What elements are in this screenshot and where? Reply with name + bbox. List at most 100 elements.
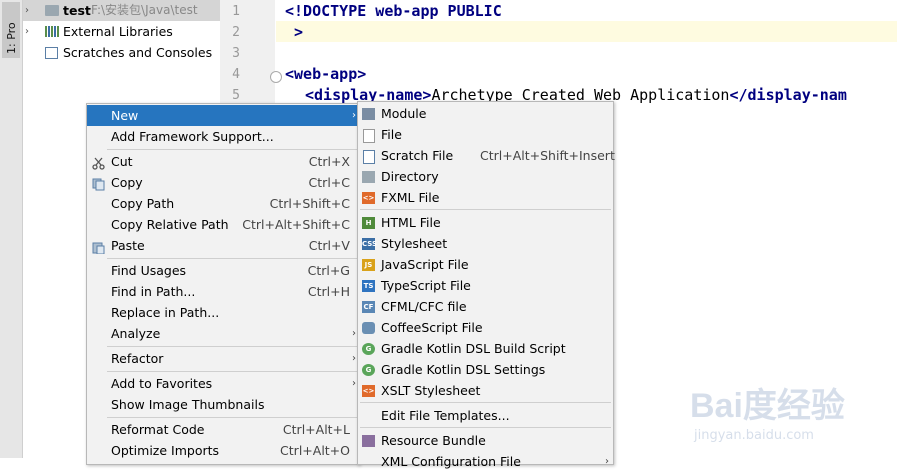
submenu-item-cfml-file[interactable]: CF CFML/CFC file — [358, 296, 613, 317]
submenu-item-fxml-file[interactable]: <> FXML File — [358, 187, 613, 208]
menu-item-copy[interactable]: Copy Ctrl+C — [87, 172, 359, 193]
line-number: 4 — [232, 67, 240, 82]
menu-item-add-framework-support[interactable]: Add Framework Support... — [87, 126, 359, 147]
menu-shortcut: Ctrl+G — [307, 263, 350, 278]
tree-item-scratches[interactable]: Scratches and Consoles — [23, 42, 220, 63]
submenu-item-gradle-settings[interactable]: G Gradle Kotlin DSL Settings — [358, 359, 613, 380]
code-line-4: <web-app> — [285, 65, 367, 83]
submenu-item-label: XSLT Stylesheet — [381, 383, 481, 398]
submenu-item-gradle-build-script[interactable]: G Gradle Kotlin DSL Build Script — [358, 338, 613, 359]
menu-item-label: Find Usages — [111, 263, 187, 278]
submenu-item-directory[interactable]: Directory — [358, 166, 613, 187]
submenu-item-module[interactable]: Module — [358, 103, 613, 124]
menu-item-cut[interactable]: Cut Ctrl+X — [87, 151, 359, 172]
code-tag-close: </display-nam — [729, 86, 847, 104]
menu-shortcut: Ctrl+Alt+L — [282, 422, 350, 437]
gradle-icon: G — [362, 343, 375, 355]
submenu-item-file[interactable]: File — [358, 124, 613, 145]
submenu-item-label: Directory — [381, 169, 439, 184]
submenu-item-label: Edit File Templates... — [381, 408, 510, 423]
project-tool-tab[interactable]: 1: Pro — [2, 2, 20, 58]
line-number: 3 — [232, 46, 240, 61]
menu-item-replace-in-path[interactable]: Replace in Path... — [87, 302, 359, 323]
submenu-item-label: XML Configuration File — [381, 454, 521, 469]
menu-item-analyze[interactable]: Analyze › — [87, 323, 359, 344]
libraries-icon — [45, 26, 59, 37]
line-number: 5 — [232, 88, 240, 103]
menu-shortcut: Ctrl+V — [308, 238, 350, 253]
submenu-arrow-icon: › — [352, 378, 356, 389]
project-path: F:\安装包\Java\test — [91, 3, 198, 17]
submenu-item-typescript-file[interactable]: TS TypeScript File — [358, 275, 613, 296]
scratches-icon — [45, 47, 58, 59]
menu-item-label: Copy Path — [111, 196, 175, 211]
submenu-item-resource-bundle[interactable]: Resource Bundle — [358, 430, 613, 451]
menu-item-find-usages[interactable]: Find Usages Ctrl+G — [87, 260, 359, 281]
menu-shortcut: Ctrl+Shift+C — [269, 196, 350, 211]
tree-item-label: Scratches and Consoles — [63, 45, 213, 60]
module-icon — [362, 108, 375, 120]
menu-item-label: Show Image Thumbnails — [111, 397, 265, 412]
menu-item-new[interactable]: New › — [87, 105, 359, 126]
new-submenu: Module File Scratch File Ctrl+Alt+Shift+… — [357, 101, 615, 469]
scissors-icon — [92, 155, 105, 170]
context-menu: New › Add Framework Support... Cut Ctrl+… — [86, 103, 360, 465]
menu-item-paste[interactable]: Paste Ctrl+V — [87, 235, 359, 256]
tree-item-project-root[interactable]: › test F:\安装包\Java\test — [23, 0, 220, 21]
submenu-item-stylesheet[interactable]: CSS Stylesheet — [358, 233, 613, 254]
fold-marker-icon[interactable] — [270, 71, 282, 83]
menu-item-copy-relative-path[interactable]: Copy Relative Path Ctrl+Alt+Shift+C — [87, 214, 359, 235]
menu-item-show-image-thumbnails[interactable]: Show Image Thumbnails — [87, 394, 359, 415]
submenu-item-javascript-file[interactable]: JS JavaScript File — [358, 254, 613, 275]
expand-arrow-icon[interactable]: › — [25, 0, 35, 21]
menu-item-label: New — [111, 108, 139, 123]
submenu-item-coffeescript-file[interactable]: CoffeeScript File — [358, 317, 613, 338]
submenu-item-xml-configuration-file[interactable]: XML Configuration File › — [358, 451, 613, 472]
project-name: test — [63, 3, 91, 18]
menu-item-label: Paste — [111, 238, 145, 253]
cf-icon: CF — [362, 301, 375, 313]
menu-separator — [107, 346, 357, 347]
resource-bundle-icon — [362, 435, 375, 447]
menu-item-copy-path[interactable]: Copy Path Ctrl+Shift+C — [87, 193, 359, 214]
menu-item-reformat-code[interactable]: Reformat Code Ctrl+Alt+L — [87, 419, 359, 440]
submenu-item-label: CFML/CFC file — [381, 299, 467, 314]
submenu-item-html-file[interactable]: H HTML File — [358, 212, 613, 233]
menu-item-label: Find in Path... — [111, 284, 196, 299]
submenu-item-label: Stylesheet — [381, 236, 448, 251]
menu-separator — [107, 371, 357, 372]
menu-separator — [107, 258, 357, 259]
menu-item-refactor[interactable]: Refactor › — [87, 348, 359, 369]
folder-icon — [362, 171, 375, 183]
menu-item-find-in-path[interactable]: Find in Path... Ctrl+H — [87, 281, 359, 302]
submenu-shortcut: Ctrl+Alt+Shift+Insert — [480, 148, 615, 163]
submenu-item-label: TypeScript File — [381, 278, 471, 293]
expand-arrow-icon[interactable]: › — [25, 21, 35, 42]
submenu-item-label: Scratch File — [381, 148, 454, 163]
menu-item-label: Add to Favorites — [111, 376, 213, 391]
menu-item-label: Refactor — [111, 351, 164, 366]
js-icon: JS — [362, 259, 375, 271]
submenu-item-scratch-file[interactable]: Scratch File Ctrl+Alt+Shift+Insert — [358, 145, 615, 166]
html-icon: H — [362, 217, 375, 229]
menu-item-label: Cut — [111, 154, 133, 169]
code-line-2: > — [285, 23, 304, 41]
submenu-item-label: FXML File — [381, 190, 440, 205]
menu-item-add-to-favorites[interactable]: Add to Favorites › — [87, 373, 359, 394]
scratch-file-icon — [363, 150, 375, 164]
submenu-item-label: CoffeeScript File — [381, 320, 483, 335]
menu-item-label: Reformat Code — [111, 422, 205, 437]
module-folder-icon — [45, 5, 59, 16]
submenu-arrow-icon: › — [605, 456, 609, 467]
line-number: 1 — [232, 4, 240, 19]
submenu-item-xslt-stylesheet[interactable]: <> XSLT Stylesheet — [358, 380, 613, 401]
menu-shortcut: Ctrl+H — [307, 284, 350, 299]
menu-separator — [360, 427, 611, 428]
submenu-item-edit-file-templates[interactable]: Edit File Templates... — [358, 405, 613, 426]
submenu-item-label: File — [381, 127, 402, 142]
tree-item-external-libraries[interactable]: › External Libraries — [23, 21, 220, 42]
ts-icon: TS — [362, 280, 375, 292]
menu-separator — [107, 149, 357, 150]
tree-item-label: External Libraries — [63, 24, 173, 39]
submenu-item-label: JavaScript File — [381, 257, 469, 272]
